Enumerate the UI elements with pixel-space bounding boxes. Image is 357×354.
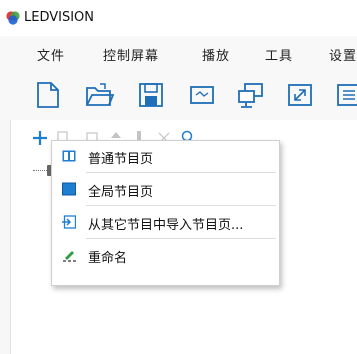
app-title: LEDVISION: [24, 10, 95, 25]
menu-item-label: 普通节目页: [88, 152, 154, 167]
fullscreen-icon[interactable]: [285, 80, 315, 110]
menu-separator: [86, 205, 276, 206]
context-menu: 普通节目页 全局节目页 从其它节目中导入节目页... 重命名: [51, 140, 280, 286]
tree-connector: [33, 170, 47, 172]
save-icon[interactable]: [136, 80, 166, 110]
global-page-icon: [62, 182, 76, 196]
list-icon[interactable]: [335, 80, 357, 110]
add-icon[interactable]: [32, 130, 48, 146]
menu-play[interactable]: 播放: [202, 45, 230, 64]
title-bar: LEDVISION: [0, 0, 357, 36]
menu-item-global-page[interactable]: 全局节目页: [52, 174, 279, 206]
new-file-icon[interactable]: [33, 80, 63, 110]
open-folder-icon[interactable]: [84, 80, 114, 110]
import-page-icon: [62, 215, 76, 229]
menu-settings[interactable]: 设置: [329, 45, 357, 64]
menu-file[interactable]: 文件: [37, 45, 65, 64]
menu-item-label: 从其它节目中导入节目页...: [88, 218, 244, 233]
menu-control-screen[interactable]: 控制屏幕: [103, 45, 159, 64]
menu-item-normal-page[interactable]: 普通节目页: [52, 141, 279, 173]
menu-item-label: 重命名: [88, 251, 128, 266]
menu-item-import-page[interactable]: 从其它节目中导入节目页...: [52, 207, 279, 239]
menu-separator: [86, 238, 276, 239]
main-toolbar: [0, 70, 357, 120]
network-icon[interactable]: [236, 80, 266, 110]
menu-item-label: 全局节目页: [88, 185, 154, 200]
menu-separator: [86, 172, 276, 173]
normal-page-icon: [62, 150, 76, 162]
rename-icon: [63, 251, 76, 262]
screen-icon[interactable]: [187, 80, 217, 110]
ledvision-logo-icon: [6, 11, 20, 25]
menu-item-rename[interactable]: 重命名: [52, 240, 279, 272]
menu-tools[interactable]: 工具: [265, 45, 293, 64]
menu-bar: 文件 控制屏幕 播放 工具 设置: [0, 36, 357, 70]
